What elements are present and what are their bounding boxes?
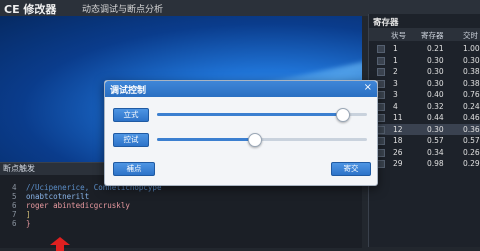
row-checkbox[interactable] (377, 125, 385, 134)
register-row-value: 0.46 (463, 113, 480, 122)
register-row-register: 0.21 (427, 44, 444, 53)
register-row-index: 1 (393, 55, 398, 65)
register-row[interactable]: 4 0.32 0.24 (369, 101, 480, 112)
register-panel: 寄存器 状号 寄存器 交时 1 0.21 1.00 1 0.30 0.30 2 0.30 0.3… (368, 14, 480, 247)
slider2-thumb[interactable] (247, 133, 262, 147)
slider1-thumb[interactable] (335, 108, 350, 122)
register-row[interactable]: 3 0.30 0.38 (369, 78, 480, 89)
line-number: 5 (12, 192, 17, 201)
app-title: CE 修改器 (4, 3, 57, 16)
line-number: 4 (12, 183, 17, 192)
slider1-track[interactable] (157, 108, 367, 122)
register-row-value: 0.36 (463, 124, 480, 134)
close-icon[interactable]: × (364, 82, 372, 93)
slider1-fill (157, 113, 342, 116)
code-editor[interactable]: 4 5 6 7 6 //Ucipenerice, Conneticnopcype… (0, 177, 362, 251)
code-lines: //Ucipenerice, Conneticnopcype onabtcotn… (26, 183, 161, 228)
row-checkbox[interactable] (377, 148, 385, 157)
register-row-register: 0.40 (427, 90, 444, 99)
register-row-index: 1 (393, 44, 398, 53)
register-row-index: 18 (393, 136, 403, 145)
register-row-register: 0.32 (427, 101, 444, 111)
slider2-fill (157, 138, 254, 141)
register-row-value: 0.29 (463, 159, 480, 168)
register-row-index: 4 (393, 101, 398, 111)
slider2-button[interactable]: 控试 (113, 133, 149, 147)
register-row-index: 11 (393, 113, 403, 122)
row-checkbox[interactable] (377, 160, 385, 168)
register-row-index: 3 (393, 78, 398, 88)
line-number: 6 (12, 201, 17, 210)
register-row-register: 0.57 (427, 136, 444, 145)
line-number: 7 (12, 210, 17, 219)
register-row-index: 29 (393, 159, 403, 168)
line-numbers: 4 5 6 7 6 (12, 183, 22, 228)
row-checkbox[interactable] (377, 79, 385, 88)
column-header-index[interactable]: 状号 (391, 30, 406, 41)
submit-button[interactable]: 寄交 (331, 162, 371, 176)
register-row-register: 0.30 (427, 78, 444, 88)
code-line: ] (26, 210, 31, 219)
slider1-button[interactable]: 立式 (113, 108, 149, 122)
dialog-titlebar[interactable]: 调试控制 × (105, 81, 377, 97)
register-row-value: 0.26 (463, 147, 480, 157)
register-row[interactable]: 1 0.21 1.00 (369, 43, 480, 54)
dialog-title: 调试控制 (110, 86, 147, 96)
register-row-index: 2 (393, 67, 398, 76)
debug-control-dialog: 调试控制 × 立式 控试 補点 寄交 (104, 80, 378, 186)
register-row[interactable]: 2 0.30 0.38 (369, 66, 480, 77)
register-row-value: 0.76 (463, 90, 480, 99)
register-table-header: 状号 寄存器 交时 (369, 28, 480, 41)
register-row-value: 0.38 (463, 78, 480, 88)
code-line: onabtcotnerilt (26, 192, 90, 201)
register-row[interactable]: 18 0.57 0.57 (369, 135, 480, 146)
slider2-track[interactable] (157, 133, 367, 147)
row-checkbox[interactable] (377, 91, 385, 99)
row-checkbox[interactable] (377, 137, 385, 145)
register-row-register: 0.30 (427, 55, 444, 65)
register-row-register: 0.98 (427, 159, 444, 168)
breakpoint-button[interactable]: 補点 (113, 162, 155, 176)
register-row-value: 0.57 (463, 136, 480, 145)
register-row-register: 0.30 (427, 67, 444, 76)
code-line: roger abintedicgcruskly (26, 201, 130, 210)
register-row-value: 0.30 (463, 55, 480, 65)
row-checkbox[interactable] (377, 68, 385, 76)
column-header-register[interactable]: 寄存器 (421, 30, 444, 41)
code-line: } (26, 219, 31, 228)
line-number: 6 (12, 219, 17, 228)
register-row-value: 0.24 (463, 101, 480, 111)
register-row-index: 3 (393, 90, 398, 99)
register-row-index: 26 (393, 147, 403, 157)
row-checkbox[interactable] (377, 45, 385, 53)
register-row-value: 0.38 (463, 67, 480, 76)
row-checkbox[interactable] (377, 102, 385, 111)
register-row[interactable]: 1 0.30 0.30 (369, 55, 480, 66)
register-row[interactable]: 29 0.98 0.29 (369, 158, 480, 169)
column-header-value[interactable]: 交时 (463, 30, 478, 41)
register-row[interactable]: 26 0.34 0.26 (369, 147, 480, 158)
register-row-register: 0.30 (427, 124, 444, 134)
app-subtitle: 动态调试与断点分析 (82, 5, 164, 15)
register-row-register: 0.44 (427, 113, 444, 122)
register-row[interactable]: 3 0.40 0.76 (369, 89, 480, 100)
register-row[interactable]: 12 0.30 0.36 (369, 123, 480, 135)
row-checkbox[interactable] (377, 56, 385, 65)
register-row-value: 1.00 (463, 44, 480, 53)
register-row-index: 12 (393, 124, 403, 134)
red-up-arrow-icon (50, 237, 70, 251)
register-row[interactable]: 11 0.44 0.46 (369, 112, 480, 123)
register-row-register: 0.34 (427, 147, 444, 157)
row-checkbox[interactable] (377, 114, 385, 122)
register-panel-title: 寄存器 (373, 18, 399, 28)
